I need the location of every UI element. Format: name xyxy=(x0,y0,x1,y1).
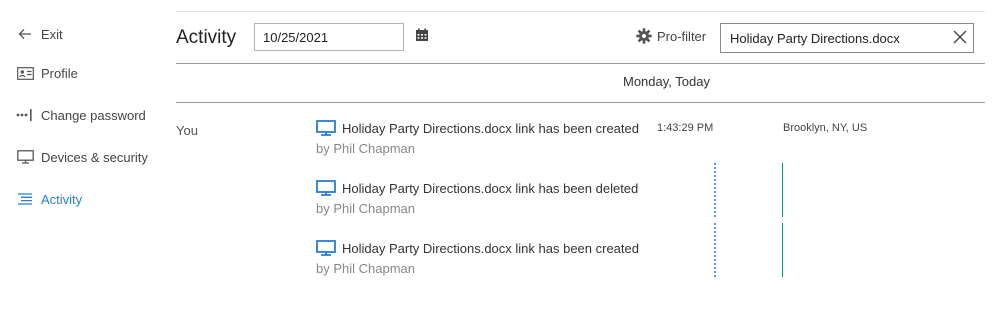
top-divider xyxy=(176,11,985,12)
id-card-icon xyxy=(16,65,34,81)
sidebar-item-label: Profile xyxy=(41,65,78,81)
list-icon xyxy=(16,191,34,207)
sidebar-item-change-password[interactable]: Change password xyxy=(16,104,146,126)
entry-text: Holiday Party Directions.docx link has b… xyxy=(342,120,639,136)
monitor-icon xyxy=(316,180,336,196)
user-link[interactable]: Phil Chapman xyxy=(333,261,415,276)
entry-text: Holiday Party Directions.docx link has b… xyxy=(342,240,639,256)
close-icon[interactable] xyxy=(953,30,967,44)
date-input[interactable] xyxy=(254,23,404,51)
password-icon xyxy=(16,107,34,123)
sidebar-item-label: Exit xyxy=(41,26,63,42)
day-label: Monday, Today xyxy=(623,74,710,89)
sidebar-item-devices-security[interactable]: Devices & security xyxy=(16,146,148,168)
header-divider xyxy=(176,63,985,64)
list-item: Holiday Party Directions.docx link has b… xyxy=(316,120,639,156)
timeline-dotted-segment xyxy=(714,163,716,217)
user-link[interactable]: Phil Chapman xyxy=(333,141,415,156)
sidebar-item-profile[interactable]: Profile xyxy=(16,62,78,84)
monitor-icon xyxy=(316,240,336,256)
list-item: Holiday Party Directions.docx link has b… xyxy=(316,180,638,216)
user-link[interactable]: Phil Chapman xyxy=(333,201,415,216)
sidebar-item-label: Change password xyxy=(41,107,146,123)
gear-icon xyxy=(636,28,652,44)
actor-label: You xyxy=(176,123,198,138)
sidebar-item-label: Activity xyxy=(41,191,83,207)
search-input[interactable] xyxy=(720,23,974,53)
list-item: Holiday Party Directions.docx link has b… xyxy=(316,240,639,276)
timeline-dotted-segment xyxy=(714,223,716,277)
monitor-icon xyxy=(16,149,34,165)
monitor-icon xyxy=(316,120,336,136)
location-label: Brooklyn, NY, US xyxy=(783,122,868,134)
entry-text: Holiday Party Directions.docx link has b… xyxy=(342,180,639,196)
page-title: Activity xyxy=(176,27,237,48)
by-label: by xyxy=(316,261,330,276)
sidebar-item-exit[interactable]: Exit xyxy=(16,23,63,45)
pro-filter-label: Pro-filter xyxy=(657,28,707,44)
sidebar-item-activity[interactable]: Activity xyxy=(16,188,82,210)
arrow-left-icon xyxy=(16,26,34,42)
by-label: by xyxy=(316,141,330,156)
pro-filter-button[interactable]: Pro-filter xyxy=(636,28,706,44)
timestamp: 1:43:29 PM xyxy=(657,122,714,134)
timeline-solid-segment xyxy=(782,223,783,277)
timeline-solid-segment xyxy=(782,163,783,217)
sidebar: Exit Profile Change password Devices & s… xyxy=(0,0,165,316)
calendar-icon[interactable] xyxy=(415,28,429,42)
by-label: by xyxy=(316,201,330,216)
day-divider xyxy=(176,102,985,103)
sidebar-item-label: Devices & security xyxy=(41,149,148,165)
